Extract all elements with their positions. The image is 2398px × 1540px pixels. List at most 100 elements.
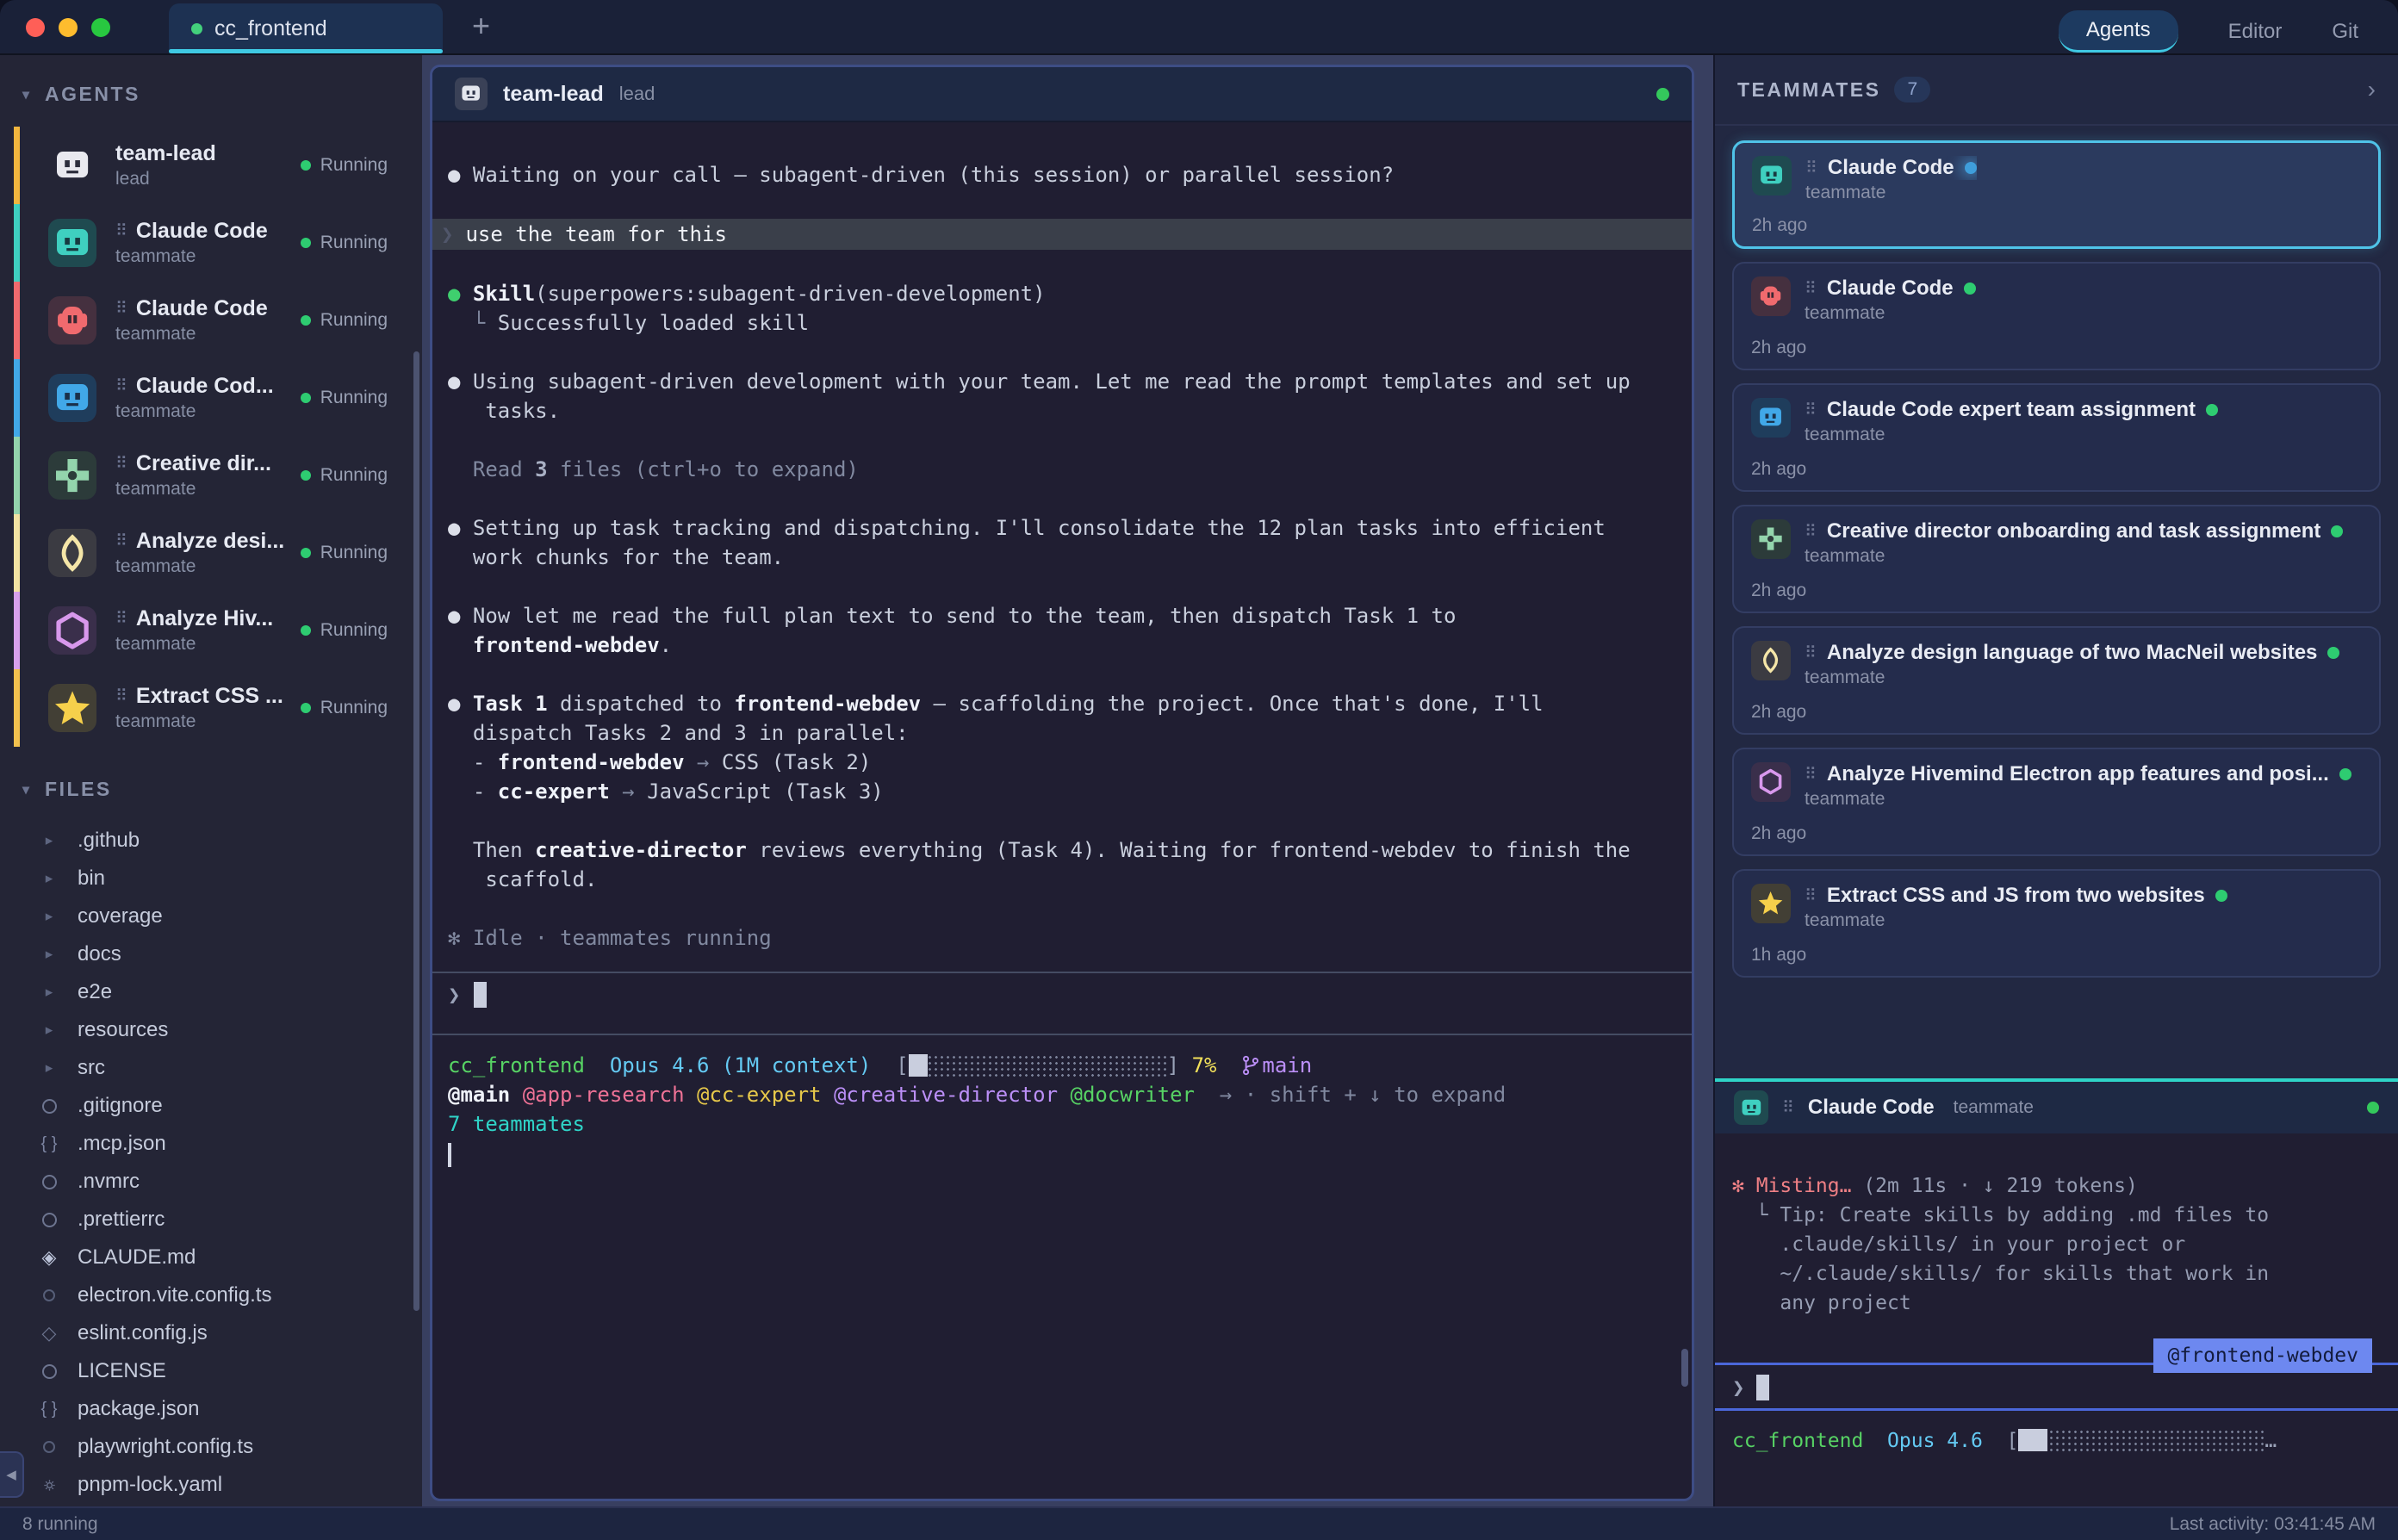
file-item[interactable]: electron.vite.config.ts bbox=[0, 1276, 422, 1314]
agent-list-item[interactable]: team-leadleadRunning bbox=[0, 127, 422, 204]
user-input-text: use the team for this bbox=[465, 220, 726, 249]
drag-handle-icon: ⠿ bbox=[1805, 279, 1817, 299]
context-progress-bar bbox=[909, 1054, 1167, 1077]
drag-handle-icon: ⠿ bbox=[115, 299, 127, 319]
file-name: .gitignore bbox=[78, 1094, 163, 1118]
agent-status: Running bbox=[301, 155, 388, 176]
text-cursor bbox=[474, 982, 487, 1008]
agent-list-item[interactable]: ⠿Analyze desi...teammateRunning bbox=[0, 514, 422, 592]
nav-tab-git[interactable]: Git bbox=[2332, 12, 2358, 52]
text-cursor bbox=[1756, 1375, 1769, 1400]
teammate-card[interactable]: ⠿Extract CSS and JS from two websitestea… bbox=[1732, 869, 2381, 978]
agent-info: ⠿Analyze Hiv...teammate bbox=[115, 606, 301, 655]
nav-tab-agents[interactable]: Agents bbox=[2059, 10, 2178, 53]
prompt-chevron-icon: ❯ bbox=[1732, 1373, 1744, 1402]
session-terminal[interactable]: ✻ Misting… (2m 11s · ↓ 219 tokens) └ Tip… bbox=[1715, 1133, 2398, 1506]
chevron-right-icon[interactable]: › bbox=[2368, 76, 2376, 103]
card-info: ⠿Claude Codeteammate bbox=[1805, 156, 1977, 203]
agent-color-bar bbox=[14, 127, 20, 204]
session-panel-header[interactable]: ⠿ Claude Code teammate bbox=[1715, 1082, 2398, 1133]
teammates-segments: 7 teammates bbox=[448, 1109, 1676, 1139]
agent-info: team-leadlead bbox=[115, 141, 301, 189]
robot-avatar-icon bbox=[1752, 156, 1792, 196]
files-section-header[interactable]: ▾ FILES bbox=[0, 747, 422, 822]
file-item[interactable]: .prettierrc bbox=[0, 1201, 422, 1239]
status-label: Running bbox=[320, 388, 388, 408]
terminal-line: - cc-expert → JavaScript (Task 3) bbox=[448, 777, 1676, 806]
file-item[interactable]: LICENSE bbox=[0, 1352, 422, 1390]
terminal-output[interactable]: ● Waiting on your call — subagent-driven… bbox=[432, 122, 1692, 1499]
card-name-label: Extract CSS and JS from two websites bbox=[1827, 884, 2205, 908]
teammate-card[interactable]: ⠿Claude Codeteammate 2h ago bbox=[1732, 262, 2381, 370]
file-item[interactable]: .nvmrc bbox=[0, 1163, 422, 1201]
card-timestamp: 2h ago bbox=[1751, 338, 1806, 358]
teammate-card[interactable]: ⠿Claude Code expert team assignmentteamm… bbox=[1732, 383, 2381, 492]
workspace-status-dot-icon bbox=[191, 23, 202, 34]
user-input-line: ❯ use the team for this bbox=[432, 219, 1692, 250]
blob-avatar-icon bbox=[1751, 276, 1791, 316]
minimize-button[interactable] bbox=[59, 18, 78, 37]
teammate-card[interactable]: ⠿Analyze Hivemind Electron app features … bbox=[1732, 748, 2381, 856]
agent-list-item[interactable]: ⠿Extract CSS ...teammateRunning bbox=[0, 669, 422, 747]
agent-name: ⠿Claude Code bbox=[115, 219, 301, 244]
card-timestamp: 2h ago bbox=[1751, 823, 1806, 844]
file-item[interactable]: pnpm-lock.yaml bbox=[0, 1466, 422, 1504]
sidebar-scrollbar-thumb[interactable] bbox=[413, 351, 419, 1311]
drag-handle-icon: ⠿ bbox=[115, 454, 127, 474]
collapse-triangle-icon: ▾ bbox=[22, 781, 29, 798]
drag-handle-icon: ⠿ bbox=[1805, 643, 1817, 663]
terminal-panel-header[interactable]: team-lead lead bbox=[432, 67, 1692, 122]
status-dot-icon bbox=[301, 703, 311, 713]
file-item[interactable]: ◈CLAUDE.md bbox=[0, 1239, 422, 1276]
mention-autocomplete-badge[interactable]: @frontend-webdev bbox=[2153, 1338, 2372, 1373]
teammate-card[interactable]: ⠿Claude Codeteammate2h ago bbox=[1732, 140, 2381, 249]
agent-name: ⠿Analyze Hiv... bbox=[115, 606, 301, 631]
file-item[interactable]: .gitignore bbox=[0, 1087, 422, 1125]
blank-line bbox=[448, 338, 1676, 367]
agent-list-item[interactable]: ⠿Claude CodeteammateRunning bbox=[0, 282, 422, 359]
zoom-button[interactable] bbox=[91, 18, 110, 37]
agent-list-item[interactable]: ⠿Creative dir...teammateRunning bbox=[0, 437, 422, 514]
new-tab-button[interactable]: + bbox=[472, 10, 490, 41]
teammates-card-list: ⠿Claude Codeteammate 2h ago ⠿Claude Codete… bbox=[1715, 126, 2398, 978]
file-type-icon bbox=[38, 1099, 60, 1114]
nav-tab-editor[interactable]: Editor bbox=[2228, 12, 2283, 52]
file-item[interactable]: { }package.json bbox=[0, 1390, 422, 1428]
sidebar-collapse-button[interactable]: ◀ bbox=[0, 1451, 24, 1498]
agent-role: teammate bbox=[115, 711, 301, 732]
folder-item[interactable]: ▸coverage bbox=[0, 897, 422, 935]
prompt-chevron-icon: ❯ bbox=[441, 220, 453, 249]
file-item[interactable]: ◇eslint.config.js bbox=[0, 1314, 422, 1352]
folder-item[interactable]: ▸bin bbox=[0, 860, 422, 897]
teammate-card[interactable]: ⠿Analyze design language of two MacNeil … bbox=[1732, 626, 2381, 735]
file-type-icon bbox=[38, 1213, 60, 1227]
agent-list-item[interactable]: ⠿Analyze Hiv...teammateRunning bbox=[0, 592, 422, 669]
card-name-row: ⠿Analyze design language of two MacNeil … bbox=[1805, 641, 2339, 665]
card-row: ⠿Creative director onboarding and task a… bbox=[1751, 519, 2362, 567]
agent-name: ⠿Creative dir... bbox=[115, 451, 301, 476]
agent-list-item[interactable]: ⠿Claude CodeteammateRunning bbox=[0, 204, 422, 282]
terminal-scrollbar-thumb[interactable] bbox=[1681, 1349, 1688, 1387]
agent-name-label: Analyze Hiv... bbox=[136, 606, 273, 631]
file-item[interactable]: playwright.config.ts bbox=[0, 1428, 422, 1466]
folder-item[interactable]: ▸docs bbox=[0, 935, 422, 973]
workspace-tab[interactable]: cc_frontend bbox=[169, 3, 443, 53]
agents-section-header[interactable]: ▾ AGENTS bbox=[0, 55, 422, 127]
teammate-card[interactable]: ⠿Creative director onboarding and task a… bbox=[1732, 505, 2381, 613]
agent-list-item[interactable]: ⠿Claude Cod...teammateRunning bbox=[0, 359, 422, 437]
terminal-line: ✻ Idle · teammates running bbox=[448, 923, 1676, 953]
close-button[interactable] bbox=[26, 18, 45, 37]
file-name: LICENSE bbox=[78, 1359, 166, 1383]
blank-line bbox=[448, 189, 1676, 219]
view-switcher: Agents Editor Git bbox=[2059, 10, 2358, 53]
folder-item[interactable]: ▸resources bbox=[0, 1011, 422, 1049]
card-role: teammate bbox=[1805, 910, 2227, 931]
folder-item[interactable]: ▸src bbox=[0, 1049, 422, 1087]
terminal-prompt[interactable]: ❯ bbox=[448, 973, 1676, 1015]
file-item[interactable]: { }.mcp.json bbox=[0, 1125, 422, 1163]
session-name: Claude Code bbox=[1808, 1096, 1935, 1120]
blank-line bbox=[448, 484, 1676, 513]
folder-item[interactable]: ▸e2e bbox=[0, 973, 422, 1011]
folder-item[interactable]: ▸.github bbox=[0, 822, 422, 860]
card-info: ⠿Claude Codeteammate bbox=[1805, 276, 1976, 324]
